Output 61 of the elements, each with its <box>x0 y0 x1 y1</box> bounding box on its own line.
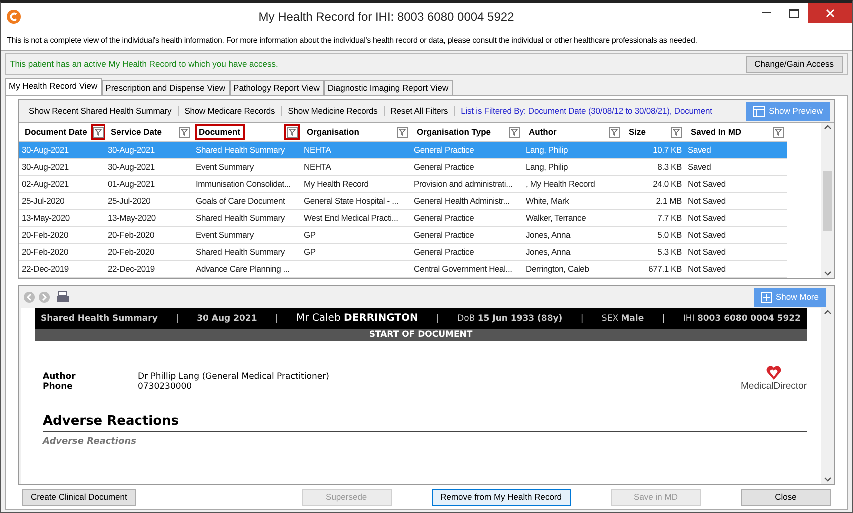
separator: | <box>176 314 179 324</box>
scrollbar[interactable] <box>821 308 834 484</box>
notice-text: This is not a complete view of the individual's health information. For more information about the individual's health record or data, please consult the individual or other healthcare professionals as needed. <box>1 31 852 51</box>
scroll-up-icon[interactable] <box>824 310 832 315</box>
section-heading: Adverse Reactions <box>43 414 807 432</box>
tab[interactable]: Diagnostic Imaging Report View <box>324 80 453 95</box>
field-label: Phone <box>43 382 74 392</box>
scroll-down-icon[interactable] <box>824 477 832 482</box>
patient-name: Mr Caleb DERRINGTON <box>296 313 418 324</box>
column-label: Document <box>195 124 245 140</box>
header-text: IHI 8003 6080 0004 5922 <box>683 314 801 324</box>
tab[interactable]: Prescription and Dispense View <box>102 80 230 95</box>
scroll-down-icon[interactable] <box>824 271 832 276</box>
start-of-document-banner: START OF DOCUMENT <box>35 329 807 341</box>
column-label: Organisation Type <box>416 126 492 139</box>
dialog-button[interactable]: Close <box>741 488 831 506</box>
section-subheading: Adverse Reactions <box>43 437 138 447</box>
column-header[interactable]: Document Date <box>19 123 105 142</box>
field-value: Dr Phillip Lang (General Medical Practitioner) <box>138 372 330 382</box>
toolbar-link[interactable]: Show Recent Shared Health Summary <box>23 106 179 116</box>
column-label: Organisation <box>306 126 360 139</box>
close-icon <box>826 8 834 18</box>
logo-text: MedicalDirector <box>741 381 807 392</box>
window-title: My Health Record for IHI: 8003 6080 0004 5922 <box>258 10 516 24</box>
separator: | <box>275 314 278 324</box>
separator: | <box>436 314 440 324</box>
scrollbar[interactable] <box>821 123 834 278</box>
access-message: This patient has an active My Health Record to which you have access. <box>10 59 278 69</box>
field-value: 0730230000 <box>138 382 192 392</box>
tab[interactable]: My Health Record View <box>5 78 102 95</box>
toolbar-link[interactable]: Show Medicine Records <box>282 106 385 116</box>
separator: | <box>580 314 584 324</box>
header-text: Shared Health Summary <box>41 314 158 324</box>
dialog-button[interactable]: Create Clinical Document <box>22 488 136 506</box>
preview-icon <box>753 106 766 116</box>
heart-logo-icon <box>766 365 782 381</box>
filter-status: List is Filtered By: Document Date (30/08/12 to 30/08/21), Document <box>460 106 714 116</box>
minimize-icon <box>762 12 770 14</box>
toolbar-link[interactable]: Reset All Filters <box>384 106 456 116</box>
column-label: Size <box>628 126 648 139</box>
header-text: 30 Aug 2021 <box>197 314 258 324</box>
separator: | <box>662 314 666 324</box>
column-header[interactable]: Service Date <box>105 123 193 142</box>
expand-icon <box>761 292 772 302</box>
column-label: Document Date <box>24 126 88 139</box>
dialog-button[interactable]: Remove from My Health Record <box>432 488 571 506</box>
header-text: SEX Male <box>602 314 644 324</box>
tab[interactable]: Pathology Report View <box>230 80 324 95</box>
column-header[interactable]: Document <box>193 123 301 142</box>
toolbar-link[interactable]: Show Medicare Records <box>178 106 282 116</box>
close-button[interactable] <box>808 3 852 23</box>
navigation-icons[interactable] <box>23 290 71 304</box>
column-label: Service Date <box>110 126 164 139</box>
app-logo-icon <box>7 10 21 24</box>
field-label: Author <box>43 372 77 382</box>
column-label: Author <box>528 126 558 139</box>
maximize-icon <box>789 8 799 18</box>
header-text: DoB 15 Jun 1933 (88y) <box>458 314 563 324</box>
column-label: Saved In MD <box>690 126 743 139</box>
change-access-button[interactable]: Change/Gain Access <box>746 56 843 72</box>
scroll-up-icon[interactable] <box>824 125 832 130</box>
